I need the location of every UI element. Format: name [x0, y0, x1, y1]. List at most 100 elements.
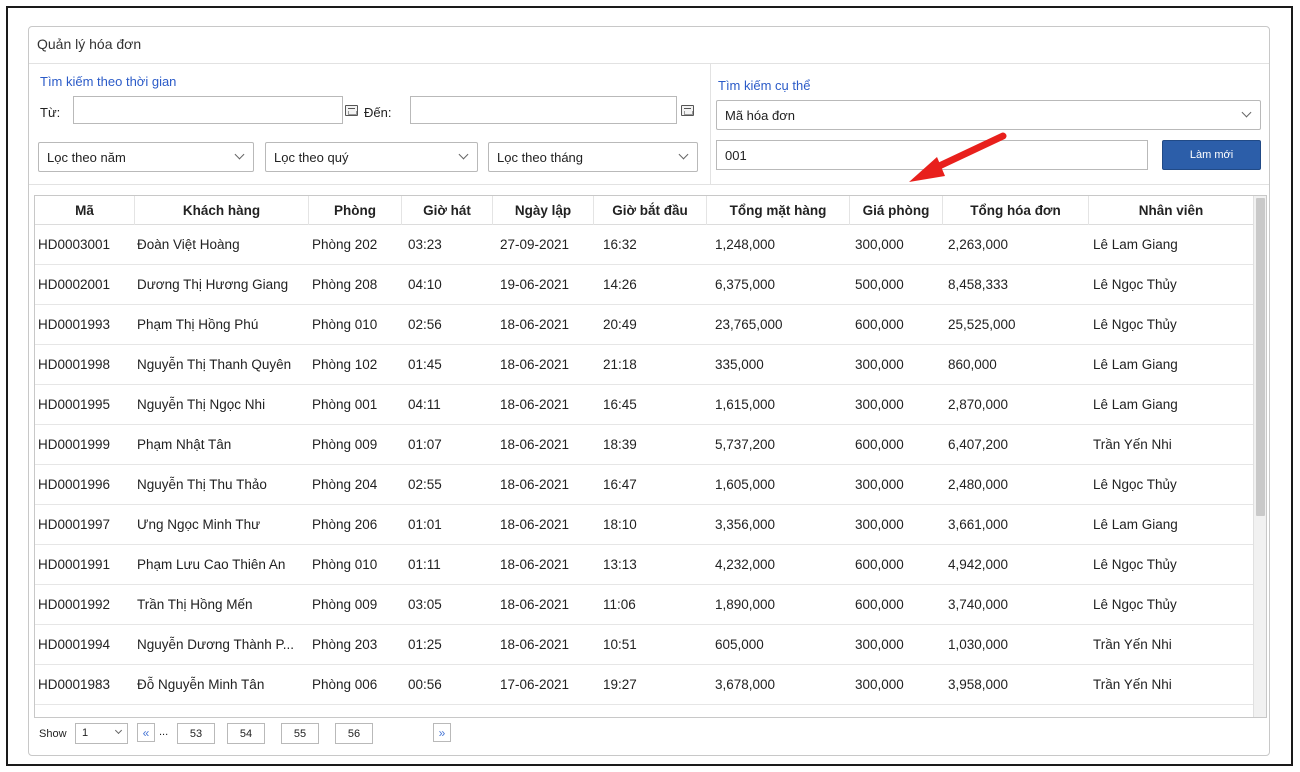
month-filter-value: Lọc theo tháng	[497, 150, 584, 165]
cell-tong-mat-hang: 23,765,000	[715, 317, 783, 332]
header-nhan-vien[interactable]: Nhân viên	[1089, 196, 1253, 225]
search-field-select[interactable]: Mã hóa đơn	[716, 100, 1261, 130]
cell-khach-hang: Nguyễn Thị Ngọc Nhi	[137, 397, 266, 412]
cell-tong-mat-hang: 335,000	[715, 357, 764, 372]
cell-tong-mat-hang: 4,232,000	[715, 557, 776, 572]
cell-phong: Phòng 006	[312, 677, 378, 692]
cell-tong-mat-hang: 605,000	[715, 637, 764, 652]
header-tong-hoa-don[interactable]: Tổng hóa đơn	[943, 196, 1089, 225]
calendar-icon[interactable]	[681, 105, 694, 116]
cell-khach-hang: Nguyễn Dương Thành P...	[137, 637, 294, 652]
scrollbar-thumb[interactable]	[1256, 198, 1265, 516]
quarter-filter-value: Lọc theo quý	[274, 150, 349, 165]
cell-khach-hang: Dương Thị Hương Giang	[137, 277, 289, 292]
cell-nhan-vien: Lê Lam Giang	[1093, 517, 1178, 532]
cell-phong: Phòng 206	[312, 517, 378, 532]
cell-gio-bat-dau: 16:32	[603, 237, 637, 252]
cell-phong: Phòng 203	[312, 637, 378, 652]
table-row[interactable]: HD0001993 Phạm Thị Hồng Phú Phòng 010 02:56…	[35, 305, 1253, 345]
refresh-button[interactable]: Làm mới	[1162, 140, 1261, 170]
table-row[interactable]: HD0001994 Nguyễn Dương Thành P... Phòng 20…	[35, 625, 1253, 665]
cell-nhan-vien: Lê Lam Giang	[1093, 397, 1178, 412]
header-khach-hang[interactable]: Khách hàng	[135, 196, 309, 225]
cell-gio-hat: 01:45	[408, 357, 442, 372]
chevron-down-icon	[234, 149, 245, 160]
cell-ma: HD0001997	[38, 517, 111, 532]
header-gia-phong[interactable]: Giá phòng	[850, 196, 943, 225]
cell-gio-bat-dau: 20:49	[603, 317, 637, 332]
cell-ngay-lap: 18-06-2021	[500, 637, 570, 652]
table-row[interactable]: HD0001997 Ưng Ngọc Minh Thư Phòng 206 01:01…	[35, 505, 1253, 545]
vertical-scrollbar[interactable]	[1253, 196, 1266, 717]
cell-gia-phong: 300,000	[855, 477, 904, 492]
next-page-icon[interactable]: »	[433, 723, 451, 742]
cell-phong: Phòng 102	[312, 357, 378, 372]
table-row[interactable]: HD0001983 Đỗ Nguyễn Minh Tân Phòng 006 00:5…	[35, 665, 1253, 705]
page-size-select[interactable]: 1	[75, 723, 128, 744]
cell-ma: HD0001995	[38, 397, 111, 412]
cell-gio-bat-dau: 10:51	[603, 637, 637, 652]
cell-nhan-vien: Trần Yến Nhi	[1093, 637, 1172, 652]
cell-ngay-lap: 18-06-2021	[500, 317, 570, 332]
invoice-management-panel: Quản lý hóa đơn Tìm kiếm theo thời gian …	[28, 26, 1270, 756]
year-filter-value: Lọc theo năm	[47, 150, 126, 165]
page-55-button[interactable]: 55	[281, 723, 319, 744]
page-53-button[interactable]: 53	[177, 723, 215, 744]
header-tong-mat-hang[interactable]: Tổng mặt hàng	[707, 196, 850, 225]
table-row[interactable]: HD0001996 Nguyễn Thị Thu Thảo Phòng 204 02:…	[35, 465, 1253, 505]
header-ngay-lap[interactable]: Ngày lập	[493, 196, 594, 225]
cell-phong: Phòng 010	[312, 317, 378, 332]
cell-khach-hang: Phạm Lưu Cao Thiên An	[137, 557, 286, 572]
year-filter-select[interactable]: Lọc theo năm	[38, 142, 254, 172]
to-date-input[interactable]	[410, 96, 677, 124]
chevron-down-icon	[114, 726, 123, 735]
header-gio-bat-dau[interactable]: Giờ bắt đầu	[594, 196, 707, 225]
cell-ngay-lap: 17-06-2021	[500, 677, 570, 692]
cell-ngay-lap: 18-06-2021	[500, 517, 570, 532]
cell-ma: HD0001993	[38, 317, 111, 332]
table-header: Mã Khách hàng Phòng Giờ hát Ngày lập Giờ…	[35, 196, 1253, 225]
table-row[interactable]: HD0001991 Phạm Lưu Cao Thiên An Phòng 010 0…	[35, 545, 1253, 585]
cell-gio-bat-dau: 13:13	[603, 557, 637, 572]
month-filter-select[interactable]: Lọc theo tháng	[488, 142, 698, 172]
table-row[interactable]: HD0001998 Nguyễn Thị Thanh Quyên Phòng 102…	[35, 345, 1253, 385]
search-field-value: Mã hóa đơn	[725, 108, 795, 123]
cell-gio-hat: 01:11	[408, 557, 441, 572]
cell-gia-phong: 300,000	[855, 517, 904, 532]
from-date-input[interactable]	[73, 96, 343, 124]
header-gio-hat[interactable]: Giờ hát	[402, 196, 493, 225]
cell-tong-hoa-don: 3,740,000	[948, 597, 1009, 612]
cell-ngay-lap: 27-09-2021	[500, 237, 570, 252]
cell-ngay-lap: 18-06-2021	[500, 557, 570, 572]
cell-tong-mat-hang: 1,605,000	[715, 477, 776, 492]
table-row[interactable]: HD0001999 Phạm Nhật Tân Phòng 009 01:07 18-0…	[35, 425, 1253, 465]
quarter-filter-select[interactable]: Lọc theo quý	[265, 142, 478, 172]
from-label: Từ:	[40, 105, 61, 120]
cell-phong: Phòng 010	[312, 557, 378, 572]
table-row[interactable]: HD0001992 Trần Thị Hồng Mến Phòng 009 03:05…	[35, 585, 1253, 625]
first-page-icon[interactable]: «	[137, 723, 155, 742]
cell-ma: HD0001999	[38, 437, 111, 452]
calendar-icon[interactable]	[345, 105, 358, 116]
cell-tong-mat-hang: 1,248,000	[715, 237, 776, 252]
cell-ma: HD0001992	[38, 597, 111, 612]
page-ellipsis: ...	[159, 726, 169, 738]
cell-nhan-vien: Lê Lam Giang	[1093, 357, 1178, 372]
header-phong[interactable]: Phòng	[309, 196, 402, 225]
page-56-button[interactable]: 56	[335, 723, 373, 744]
table-row[interactable]: HD0001995 Nguyễn Thị Ngọc Nhi Phòng 001 04:…	[35, 385, 1253, 425]
cell-tong-mat-hang: 5,737,200	[715, 437, 776, 452]
page-54-button[interactable]: 54	[227, 723, 265, 744]
cell-phong: Phòng 208	[312, 277, 378, 292]
header-ma[interactable]: Mã	[35, 196, 135, 225]
cell-gia-phong: 500,000	[855, 277, 904, 292]
cell-nhan-vien: Lê Ngọc Thủy	[1093, 597, 1177, 612]
cell-gio-hat: 03:23	[408, 237, 442, 252]
cell-ma: HD0001998	[38, 357, 111, 372]
cell-khach-hang: Nguyễn Thị Thu Thảo	[137, 477, 267, 492]
cell-khach-hang: Phạm Thị Hồng Phú	[137, 317, 259, 332]
table-row[interactable]: HD0003001 Đoàn Việt Hoàng Phòng 202 03:23 27…	[35, 225, 1253, 265]
table-row[interactable]: HD0002001 Dương Thị Hương Giang Phòng 208 0…	[35, 265, 1253, 305]
page-size-value: 1	[82, 727, 89, 739]
cell-nhan-vien: Trần Yến Nhi	[1093, 677, 1172, 692]
